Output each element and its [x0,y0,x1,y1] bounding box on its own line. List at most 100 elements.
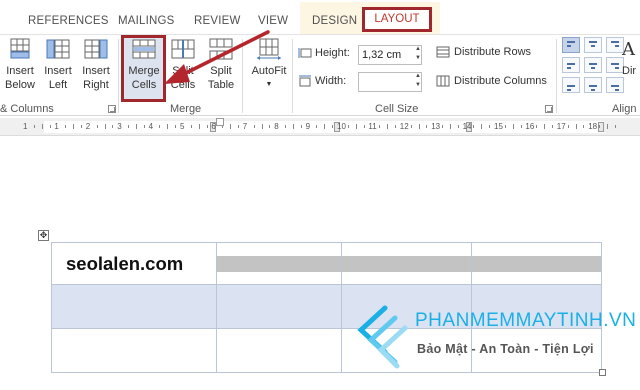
align-middle-center-button[interactable] [584,57,602,73]
table-cell-selected[interactable] [216,284,342,329]
cell-size-dialog-launcher[interactable] [545,105,553,113]
group-label-alignment: Align [612,103,637,115]
ruler-tick [457,125,459,128]
gray-header-band [217,255,341,272]
table-move-handle-icon[interactable]: ✥ [38,230,49,241]
ruler-tick [504,125,506,128]
ruler-tick [96,125,98,128]
tab-layout[interactable]: LAYOUT [362,7,432,32]
tab-design[interactable]: DESIGN [312,10,357,32]
ruler-tick [65,125,67,128]
distribute-columns-label: Distribute Columns [454,75,547,87]
table-cell[interactable] [471,242,602,285]
rows-columns-dialog-launcher[interactable] [108,105,116,113]
align-bottom-center-button[interactable] [584,77,602,93]
ruler-tick [418,124,420,129]
height-field-label: Height: [298,47,350,59]
ruler-tick [567,125,569,128]
align-middle-left-button[interactable] [562,57,580,73]
ruler-tick [512,124,514,129]
ruler-tick [190,125,192,128]
ruler-tick [536,125,538,128]
gray-header-band [472,255,601,272]
ruler-tick [33,125,35,128]
width-spinner-arrows[interactable]: ▲ ▼ [412,72,424,92]
group-label-rows-columns: & Columns [0,103,54,115]
table-cell[interactable] [51,328,217,373]
table-cell[interactable] [216,328,342,373]
ruler-tick [355,124,357,129]
ruler-indent-marker[interactable] [216,118,224,126]
ruler-tick [489,125,491,128]
group-separator [118,39,119,113]
ruler-number: 14 [462,122,472,131]
ruler-tick [394,125,396,128]
insert-right-button[interactable]: Insert Right [78,37,114,101]
insert-left-label-2: Left [48,79,68,91]
ruler-tick [292,124,294,129]
ruler-tick [73,124,75,129]
table-cell[interactable] [341,242,472,285]
ruler-tick [206,125,208,128]
horizontal-ruler[interactable]: 1 1 2 3 4 5 6 7 8 9 10 11 12 13 14 15 16 17 18 [0,118,640,136]
ruler-tick [410,125,412,128]
ruler-number: 7 [242,122,248,131]
text-direction-button[interactable]: A Dir [618,37,640,101]
ruler-tick [583,125,585,128]
ruler-tick [316,125,318,128]
ruler-number: 5 [180,122,185,131]
align-top-center-button[interactable] [584,37,602,53]
distribute-rows-button[interactable]: Distribute Rows [436,46,531,58]
insert-right-label-2: Right [83,79,109,91]
ruler-tick [198,124,200,129]
distribute-rows-label: Distribute Rows [454,46,532,58]
insert-right-icon [84,39,108,59]
width-label: Width: [315,75,347,87]
ruler-number: 10 [337,122,346,131]
height-label: Height: [315,47,350,59]
insert-below-icon [10,38,30,59]
ruler-tick [143,125,145,128]
insert-below-button[interactable]: Insert Below [2,37,38,101]
ruler-tick [167,124,169,129]
ruler-tick [551,125,553,128]
group-separator [556,39,557,113]
watermark-title: PHANMEMMAYTINH.VN [415,310,637,331]
ruler-tick [261,124,263,129]
ruler-tick [159,125,161,128]
ruler-tick [575,124,577,129]
ruler-tick [332,125,334,128]
ruler-tick [481,124,483,129]
table-cell-selected[interactable] [51,284,217,329]
align-bottom-left-button[interactable] [562,77,580,93]
distribute-columns-button[interactable]: Distribute Columns [436,75,547,87]
insert-left-label-1: Insert [44,65,72,77]
height-spinner-arrows[interactable]: ▲ ▼ [412,45,424,65]
table-cell-first[interactable]: seolalen.com [51,242,217,285]
ruler-tick [80,125,82,128]
ruler-tick [347,125,349,128]
insert-right-label-1: Insert [82,65,110,77]
ruler-tick [426,125,428,128]
insert-left-button[interactable]: Insert Left [40,37,76,101]
distribute-rows-icon [436,46,450,58]
insert-left-icon [46,39,70,59]
ruler-tick [544,124,546,129]
ruler-tick [363,125,365,128]
tab-references[interactable]: REFERENCES [28,10,109,32]
callout-arrow-icon [164,30,270,84]
column-width-icon [299,75,311,87]
align-top-left-button[interactable] [562,37,580,53]
row-height-icon [298,48,312,59]
ruler-tick [379,125,381,128]
ribbon-tab-bar: REFERENCES MAILINGS REVIEW VIEW DESIGN L… [0,0,640,34]
group-separator [292,39,293,113]
ruler-tick [324,124,326,129]
table-cell[interactable] [216,242,342,285]
ruler-tick [41,124,43,129]
ruler-tick [449,124,451,129]
ruler-tick [269,125,271,128]
group-rows-columns-prefix: & [0,103,8,115]
ruler-tick [473,125,475,128]
ruler-tick [614,125,616,128]
